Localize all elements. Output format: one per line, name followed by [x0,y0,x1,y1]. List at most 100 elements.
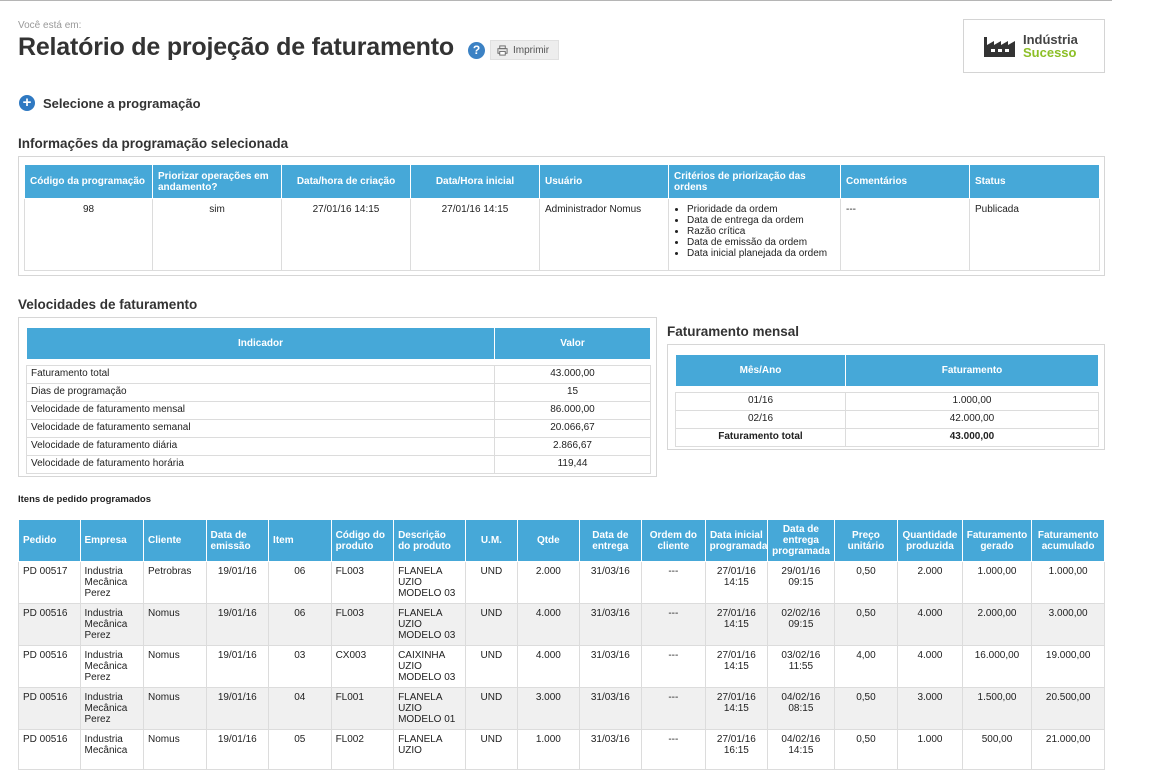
created-datetime: 27/01/16 14:15 [281,198,411,271]
issue-date: 19/01/16 [205,603,270,646]
unit: UND [464,729,519,770]
company: Industria Mecânica [79,729,145,770]
indicator-label: Velocidade de faturamento horária [26,455,495,474]
items-body: PD 00517 Industria Mecânica Perez Petrobra… [18,561,1105,770]
info-header: Data/Hora inicial [410,164,540,199]
company: Industria Mecânica Perez [79,687,145,730]
billing-generated: 1.500,00 [961,687,1033,730]
produced-quantity: 4.000 [897,603,963,646]
velocities-panel: Indicador Valor Faturamento total 43.000,… [18,317,657,477]
criteria-item: Data inicial planejada da ordem [687,248,835,259]
scheduled-delivery: 04/02/16 08:15 [767,687,835,730]
indicator-value: 15 [494,383,651,402]
items-header: Ordem do cliente [641,519,706,562]
plus-icon: + [19,95,35,111]
indicator-value: 86.000,00 [494,401,651,420]
status-value: Publicada [969,198,1100,271]
product-description: FLANELA UZIO MODELO 03 [393,561,466,604]
criteria-list: Prioridade da ordem Data de entrega da o… [674,204,835,259]
product-code: FL003 [330,603,395,646]
indicator-label: Velocidade de faturamento diária [26,437,495,456]
info-header: Critérios de priorização das ordens [668,164,841,199]
monthly-header: Mês/Ano [675,354,846,387]
print-button-label: Imprimir [513,44,550,56]
items-header: Código do produto [330,519,395,562]
scheduled-start: 27/01/16 14:15 [704,603,769,646]
items-header: Pedido [18,519,81,562]
product-description: FLANELA UZIO MODELO 01 [393,687,466,730]
items-header: Data de entrega programada [767,519,835,562]
billing-accumulated: 1.000,00 [1031,561,1105,604]
program-code: 98 [24,198,153,271]
client: Nomus [143,603,207,646]
table-row: Velocidade de faturamento semanal 20.066,… [26,419,651,438]
order-number: PD 00516 [18,645,81,688]
billing-generated: 1.000,00 [961,561,1033,604]
comments-value: --- [840,198,970,271]
items-header-row: Pedido Empresa Cliente Data de emissão I… [18,519,1105,562]
client-order: --- [641,561,706,604]
info-header: Código da programação [24,164,153,199]
quantity: 4.000 [517,603,580,646]
produced-quantity: 4.000 [897,645,963,688]
issue-date: 19/01/16 [205,645,270,688]
order-number: PD 00516 [18,603,81,646]
indicator-value: 43.000,00 [494,365,651,384]
delivery-date: 31/03/16 [578,603,643,646]
delivery-date: 31/03/16 [578,687,643,730]
select-programming-label: Selecione a programação [43,95,201,111]
factory-icon [984,37,1015,57]
items-header: Data de entrega [578,519,643,562]
billing-accumulated: 20.500,00 [1031,687,1105,730]
produced-quantity: 2.000 [897,561,963,604]
delivery-date: 31/03/16 [578,561,643,604]
select-programming-button[interactable]: + Selecione a programação [19,95,201,111]
product-description: FLANELA UZIO MODELO 03 [393,603,466,646]
info-header: Priorizar operações em andamento? [152,164,282,199]
product-code: FL001 [330,687,395,730]
monthly-panel: Mês/Ano Faturamento 01/16 1.000,00 02/16 4… [667,344,1105,450]
billing-accumulated: 21.000,00 [1031,729,1105,770]
produced-quantity: 1.000 [897,729,963,770]
scheduled-delivery: 02/02/16 09:15 [767,603,835,646]
items-header: Cliente [143,519,207,562]
month-value: 42.000,00 [845,410,1099,429]
unit-price: 4,00 [833,645,899,688]
print-button[interactable]: Imprimir [490,40,559,60]
items-header: Descrição do produto [393,519,466,562]
criteria-item: Data de entrega da ordem [687,215,835,226]
client-order: --- [641,603,706,646]
table-row: Faturamento total 43.000,00 [26,365,651,384]
product-code: FL003 [330,561,395,604]
info-header: Comentários [840,164,970,199]
unit: UND [464,603,519,646]
items-table: Pedido Empresa Cliente Data de emissão I… [18,519,1105,770]
issue-date: 19/01/16 [205,687,270,730]
criteria-item: Razão crítica [687,226,835,237]
items-header: Data de emissão [205,519,270,562]
billing-accumulated: 19.000,00 [1031,645,1105,688]
company: Industria Mecânica Perez [79,603,145,646]
company: Industria Mecânica Perez [79,561,145,604]
velocities-header: Valor [494,327,651,360]
total-row: Faturamento total 43.000,00 [675,428,1099,447]
client-order: --- [641,645,706,688]
monthly-header-row: Mês/Ano Faturamento [675,354,1099,387]
unit: UND [464,561,519,604]
items-header: Data inicial programada [704,519,769,562]
unit: UND [464,687,519,730]
table-row: PD 00516 Industria Mecânica Perez Nomus 19/… [18,645,1105,688]
company: Industria Mecânica Perez [79,645,145,688]
logo-line2: Sucesso [1023,45,1077,60]
scheduled-delivery: 29/01/16 09:15 [767,561,835,604]
scheduled-start: 27/01/16 14:15 [704,687,769,730]
client: Nomus [143,729,207,770]
billing-generated: 500,00 [961,729,1033,770]
table-row: Dias de programação 15 [26,383,651,402]
monthly-section-title: Faturamento mensal [667,324,800,339]
help-icon[interactable]: ? [468,42,485,59]
start-datetime: 27/01/16 14:15 [410,198,540,271]
info-row: 98 sim 27/01/16 14:15 27/01/16 14:15 Adm… [24,198,1100,271]
criteria-cell: Prioridade da ordem Data de entrega da o… [668,198,841,271]
quantity: 1.000 [517,729,580,770]
